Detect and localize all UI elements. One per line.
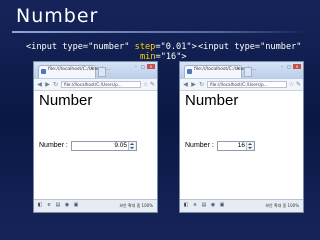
status-bar: ◧ e ▤ ◉ ▣ 보안 확대 중 100% [180, 199, 303, 212]
number-input[interactable]: 9.05 [71, 141, 137, 151]
window-close-icon[interactable]: × [147, 64, 155, 69]
number-field-label: Number : [39, 142, 68, 149]
status-icons: ◧ e ▤ ◉ ▣ [183, 202, 225, 208]
reload-icon[interactable]: ↻ [198, 81, 205, 88]
code-snippet-right: <input type="number" [198, 42, 302, 52]
maximize-icon[interactable]: □ [286, 64, 292, 69]
status-bar: ◧ e ▤ ◉ ▣ 보안 확대 중 100% [34, 199, 157, 212]
spinner[interactable] [246, 142, 254, 150]
star-icon[interactable]: ☆ [143, 81, 148, 88]
status-icons: ◧ e ▤ ◉ ▣ [37, 202, 79, 208]
page-content: Number Number : 9.05 [34, 91, 157, 200]
folder-icon[interactable]: ▤ [55, 202, 61, 208]
close-icon[interactable]: × [90, 66, 94, 72]
window-close-icon[interactable]: × [293, 64, 301, 69]
reload-icon[interactable]: ↻ [52, 81, 59, 88]
browser-window-left: file:///localhost/C:/Users/p... × – □ × … [33, 61, 158, 213]
maximize-icon[interactable]: □ [140, 64, 146, 69]
code-text: ="0.01"> [155, 42, 197, 52]
new-tab-button[interactable] [98, 67, 106, 77]
minimize-icon[interactable]: – [133, 64, 139, 69]
spinner[interactable] [128, 142, 136, 150]
address-bar[interactable]: file:///localhost/C:/Users/p... [61, 81, 141, 88]
browser-tab[interactable]: file:///localhost/C:/Users/p... × [184, 65, 256, 78]
spin-up-icon[interactable] [130, 143, 134, 145]
minimize-icon[interactable]: – [279, 64, 285, 69]
back-arrow-icon[interactable]: ◀ [182, 81, 189, 88]
slide: Number <input type="number" step="0.01">… [0, 0, 320, 240]
address-text: file:///localhost/C:/Users/p... [210, 82, 268, 87]
code-text: <input type="number" [26, 42, 135, 52]
spin-down-icon[interactable] [130, 147, 134, 149]
browser-toolbar: ◀ ▶ ↻ file:///localhost/C:/Users/p... ☆ … [34, 79, 157, 91]
forward-arrow-icon[interactable]: ▶ [44, 81, 51, 88]
title-divider [12, 31, 308, 33]
ie-icon[interactable]: e [192, 202, 198, 208]
number-field-label: Number : [185, 142, 214, 149]
address-text: file:///localhost/C:/Users/p... [64, 82, 122, 87]
media-icon[interactable]: ◉ [64, 202, 70, 208]
browser-window-right: file:///localhost/C:/Users/p... × – □ × … [179, 61, 304, 213]
address-bar[interactable]: file:///localhost/C:/Users/p... [207, 81, 287, 88]
page-content: Number Number : 16 [180, 91, 303, 200]
start-icon[interactable]: ◧ [37, 202, 43, 208]
page-heading: Number [185, 92, 239, 109]
spin-up-icon[interactable] [248, 143, 252, 145]
wrench-icon[interactable]: ✎ [150, 81, 155, 88]
page-icon [187, 69, 192, 74]
start-icon[interactable]: ◧ [183, 202, 189, 208]
folder-icon[interactable]: ▤ [201, 202, 207, 208]
number-input-value: 9.05 [114, 142, 127, 149]
close-icon[interactable]: × [236, 66, 240, 72]
media-icon[interactable]: ◉ [210, 202, 216, 208]
number-input-value: 16 [237, 142, 245, 149]
window-controls: – □ × [279, 64, 301, 69]
browser-toolbar: ◀ ▶ ↻ file:///localhost/C:/Users/p... ☆ … [180, 79, 303, 91]
browser-tab[interactable]: file:///localhost/C:/Users/p... × [38, 65, 110, 78]
status-text: 보안 확대 중 100% [265, 203, 299, 208]
wrench-icon[interactable]: ✎ [296, 81, 301, 88]
slide-title: Number [16, 5, 99, 27]
back-arrow-icon[interactable]: ◀ [36, 81, 43, 88]
code-snippet-step: <input type="number" step="0.01"> [26, 42, 197, 52]
star-icon[interactable]: ☆ [289, 81, 294, 88]
status-text: 보안 확대 중 100% [119, 203, 153, 208]
number-input[interactable]: 16 [217, 141, 255, 151]
browser-titlebar: file:///localhost/C:/Users/p... × – □ × [34, 62, 157, 80]
page-heading: Number [39, 92, 93, 109]
new-tab-button[interactable] [244, 67, 252, 77]
app-icon[interactable]: ▣ [219, 202, 225, 208]
ie-icon[interactable]: e [46, 202, 52, 208]
app-icon[interactable]: ▣ [73, 202, 79, 208]
spin-down-icon[interactable] [248, 147, 252, 149]
page-icon [41, 69, 46, 74]
forward-arrow-icon[interactable]: ▶ [190, 81, 197, 88]
code-attr-step: step [134, 42, 156, 52]
browser-titlebar: file:///localhost/C:/Users/p... × – □ × [180, 62, 303, 80]
window-controls: – □ × [133, 64, 155, 69]
